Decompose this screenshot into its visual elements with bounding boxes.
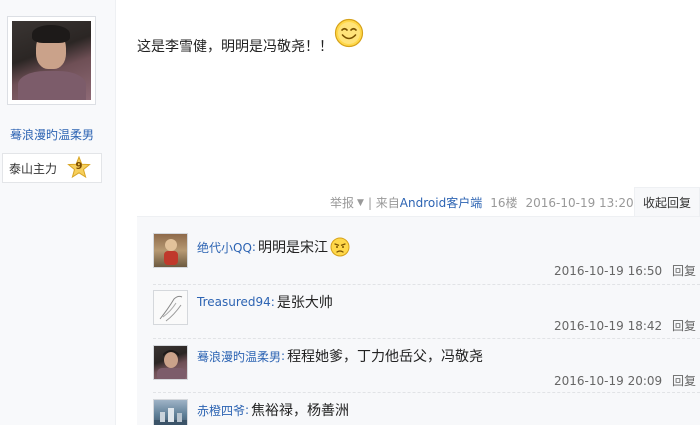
reply-colon: : [251, 240, 256, 254]
star-badge-icon: 9 [67, 156, 91, 180]
reply-avatar[interactable] [153, 345, 188, 380]
reply-avatar[interactable] [153, 290, 188, 325]
collapse-replies-button[interactable]: 收起回复 [634, 187, 700, 217]
reply-text: 程程她爹，丁力他岳父，冯敬尧 [287, 349, 484, 365]
reply-colon: : [281, 349, 286, 363]
source-prefix: | 来自 [367, 196, 400, 210]
post-time: 2016-10-19 13:20 [525, 195, 634, 210]
reply-line: 赤橙四爷 : 焦裕禄，杨善洲 [197, 400, 349, 420]
floor-number: 16楼 [490, 196, 518, 210]
reply-line: Treasured94 : 是张大帅 [197, 292, 333, 312]
level-badge[interactable]: 泰山主力 9 [2, 153, 102, 183]
report-link[interactable]: 举报 [330, 194, 354, 211]
smiley-icon [334, 18, 364, 52]
reply-username[interactable]: Treasured94 [197, 295, 271, 309]
reply-line: 绝代小QQ : 明明是宋江 [197, 237, 350, 257]
reply-avatar[interactable] [153, 233, 188, 268]
level-number: 9 [75, 161, 83, 172]
list-item: 绝代小QQ : 明明是宋江 2016-10-19 16:50 回复 [137, 217, 700, 278]
reply-text: 明明是宋江 [257, 240, 328, 256]
author-avatar[interactable] [7, 16, 96, 105]
reply-colon: : [270, 295, 275, 309]
reply-username[interactable]: 赤橙四爷 [197, 402, 245, 419]
author-name[interactable]: 蓦浪漫旳温柔男 [0, 126, 104, 143]
caret-down-icon[interactable]: ▼ [357, 198, 364, 208]
avatar-image [12, 21, 91, 100]
list-item: 蓦浪漫旳温柔男 : 程程她爹，丁力他岳父，冯敬尧 2016-10-19 20:0… [137, 327, 700, 388]
annoyed-emoji-icon [330, 237, 350, 257]
level-name: 泰山主力 [9, 161, 58, 176]
post-tail: 举报 ▼ | 来自 Android客户端 16楼 2016-10-19 13:2… [330, 194, 634, 211]
reply-line: 蓦浪漫旳温柔男 : 程程她爹，丁力他岳父，冯敬尧 [197, 346, 483, 366]
reply-list: 绝代小QQ : 明明是宋江 2016-10-19 16:50 回复 Treasu… [137, 216, 700, 425]
reply-colon: : [245, 403, 250, 417]
list-item: Treasured94 : 是张大帅 2016-10-19 18:42 回复 [137, 273, 700, 333]
list-item: 赤橙四爷 : 焦裕禄，杨善洲 [137, 381, 700, 425]
reply-avatar[interactable] [153, 399, 188, 425]
post-content: 这是李雪健，明明是冯敬尧！！ [137, 39, 333, 55]
reply-text: 焦裕禄，杨善洲 [251, 403, 350, 419]
reply-text: 是张大帅 [276, 295, 333, 311]
author-sidebar: 蓦浪漫旳温柔男 泰山主力 9 [0, 0, 116, 425]
post-floor: 蓦浪漫旳温柔男 泰山主力 9 这是李雪健，明明是冯敬尧！！ 举报 ▼ | 来自 … [0, 0, 700, 425]
reply-username[interactable]: 绝代小QQ [197, 239, 252, 256]
client-link[interactable]: Android客户端 [400, 194, 482, 211]
reply-username[interactable]: 蓦浪漫旳温柔男 [197, 348, 281, 365]
